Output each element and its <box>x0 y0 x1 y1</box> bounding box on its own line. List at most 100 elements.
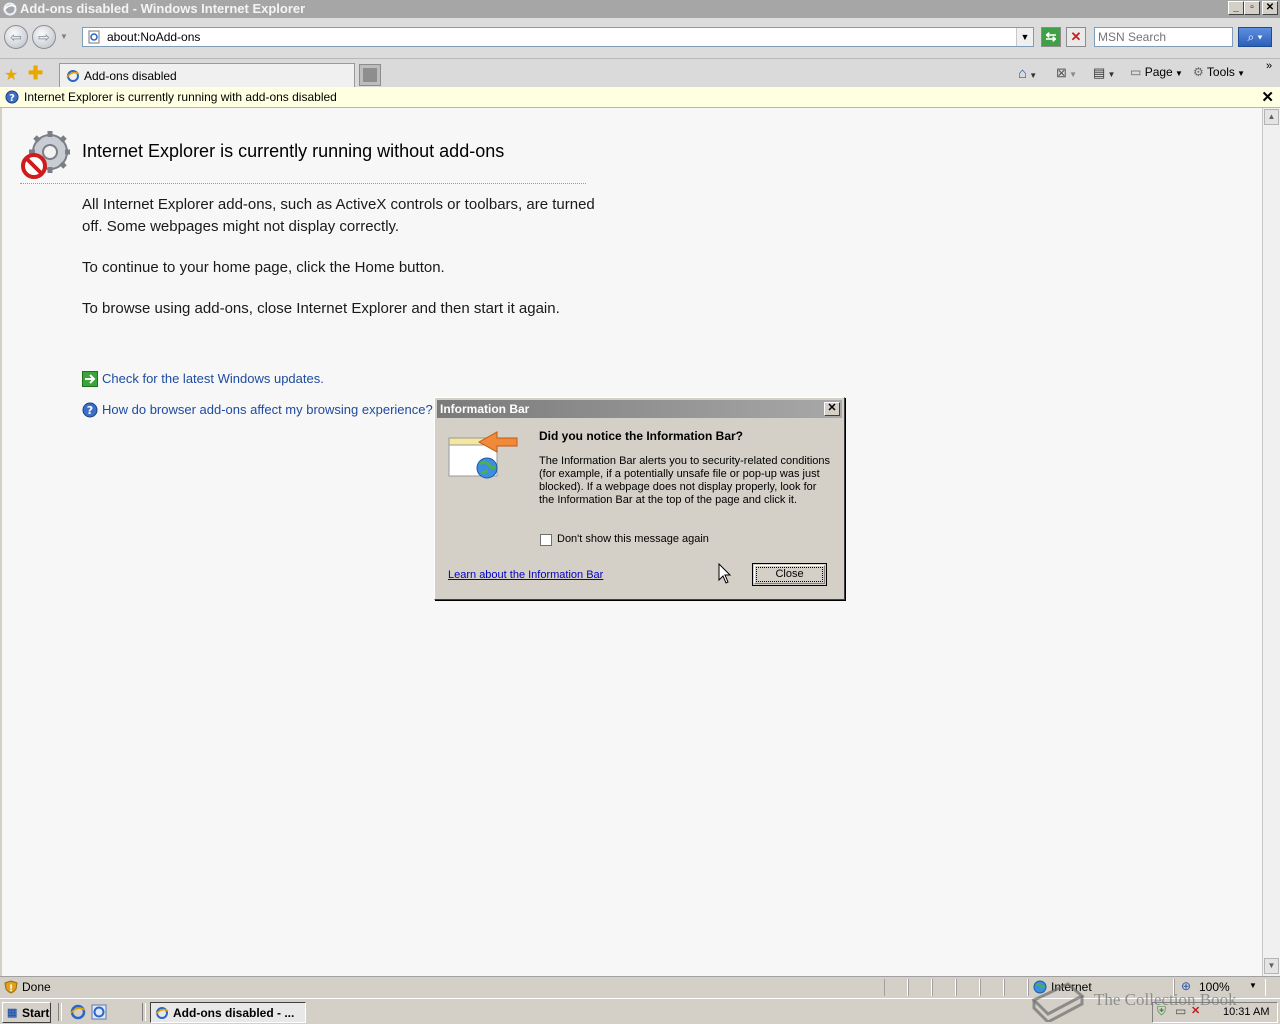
zoom-dropdown-icon[interactable]: ▼ <box>1249 981 1257 990</box>
printer-icon: ▤ <box>1093 65 1106 80</box>
minimize-button[interactable]: _ <box>1228 1 1244 15</box>
mouse-cursor-icon <box>718 563 732 584</box>
link-windows-updates[interactable]: Check for the latest Windows updates. <box>102 371 324 386</box>
start-button[interactable]: ▦ Start <box>2 1002 51 1023</box>
dialog-title: Information Bar <box>440 402 530 416</box>
forward-arrow-icon: ⇨ <box>38 29 50 45</box>
status-bar: ! Done Internet ⊕ 100% ▼ <box>0 976 1280 998</box>
information-bar[interactable]: ? Internet Explorer is currently running… <box>0 87 1280 108</box>
home-icon: ⌂ <box>1018 65 1028 82</box>
help-icon: ? <box>82 402 98 418</box>
svg-text:?: ? <box>87 404 93 417</box>
info-shield-icon: ? <box>5 90 19 104</box>
page-menu-label: Page <box>1144 65 1173 79</box>
page-title: Internet Explorer is currently running w… <box>82 141 505 161</box>
status-text: Done <box>22 980 51 994</box>
taskbar: ▦ Start Add-ons disabled - ... ⛨ ▭ ✕ 10:… <box>0 998 1280 1024</box>
scroll-up-arrow-icon[interactable]: ▲ <box>1264 109 1279 125</box>
quick-launch-ie-icon[interactable] <box>70 1004 86 1020</box>
svg-text:?: ? <box>9 93 15 104</box>
status-pane <box>980 979 1004 996</box>
paragraph-browse-with-add-ons: To browse using add-ons, close Internet … <box>82 300 560 317</box>
gear-icon: ⚙ <box>1193 65 1204 79</box>
rss-feed-icon: ⊠ <box>1056 65 1067 80</box>
internet-explorer-icon <box>3 2 17 16</box>
paragraph-home-button: To continue to your home page, click the… <box>82 259 445 276</box>
back-button[interactable]: ⇦ <box>4 25 28 49</box>
green-arrow-icon <box>82 371 98 387</box>
taskbar-separator <box>58 1003 62 1021</box>
new-tab-icon <box>363 68 377 82</box>
tools-menu-label: Tools <box>1206 65 1235 79</box>
search-box[interactable] <box>1094 27 1233 47</box>
add-ons-disabled-gear-icon <box>21 131 70 179</box>
close-window-button[interactable]: ✕ <box>1262 1 1278 15</box>
svg-text:!: ! <box>9 984 13 994</box>
address-toolbar: ⇦ ⇨ ▼ about:NoAdd-ons ▼ ⇆ ✕ ⌕ ▾ <box>0 18 1280 59</box>
refresh-button[interactable]: ⇆ <box>1041 27 1061 47</box>
title-bar[interactable]: Add-ons disabled - Windows Internet Expl… <box>0 0 1280 18</box>
information-bar-close-icon[interactable]: ✕ <box>1261 88 1274 106</box>
information-bar-illustration-icon <box>448 431 518 479</box>
windows-flag-icon: ▦ <box>7 1007 18 1019</box>
internet-explorer-icon <box>66 70 80 82</box>
search-icon: ⌕ ▾ <box>1247 30 1263 44</box>
add-favorites-icon[interactable]: ✚ <box>28 63 43 84</box>
new-tab-button[interactable] <box>359 64 381 86</box>
page-menu-button[interactable]: ▭ Page ▼ <box>1130 65 1183 79</box>
print-button[interactable]: ▤ ▼ <box>1093 65 1115 81</box>
page-icon <box>88 30 100 44</box>
page-icon: ▭ <box>1130 65 1142 79</box>
dont-show-again-checkbox[interactable] <box>540 534 552 546</box>
forward-button[interactable]: ⇨ <box>32 25 56 49</box>
warning-shield-icon: ! <box>4 980 18 994</box>
status-pane <box>908 979 932 996</box>
learn-about-information-bar-link[interactable]: Learn about the Information Bar <box>448 569 603 581</box>
quick-launch-ie-no-addons-icon[interactable] <box>91 1004 107 1020</box>
paragraph-add-ons-turned-off: All Internet Explorer add-ons, such as A… <box>82 196 595 235</box>
dialog-close-action-button[interactable]: Close <box>752 563 827 586</box>
link-add-ons-help[interactable]: How do browser add-ons affect my browsin… <box>102 402 433 417</box>
taskbar-item-add-ons-disabled[interactable]: Add-ons disabled - ... <box>150 1002 306 1023</box>
vertical-scrollbar[interactable]: ▲ ▼ <box>1262 108 1280 976</box>
dialog-title-bar[interactable]: Information Bar ✕ <box>437 400 842 418</box>
status-pane <box>932 979 956 996</box>
scroll-down-arrow-icon[interactable]: ▼ <box>1264 958 1279 974</box>
search-input[interactable] <box>1098 29 1228 45</box>
address-bar[interactable]: about:NoAdd-ons ▼ <box>82 27 1034 47</box>
dialog-message: The Information Bar alerts you to securi… <box>539 455 831 506</box>
home-button[interactable]: ⌂ ▼ <box>1018 65 1037 82</box>
window-title: Add-ons disabled - Windows Internet Expl… <box>20 1 306 16</box>
dont-show-again-label[interactable]: Don't show this message again <box>557 533 709 545</box>
maximize-button[interactable]: ▫ <box>1244 1 1260 15</box>
information-bar-dialog: Information Bar ✕ Did you notice the Inf… <box>434 397 845 600</box>
status-pane <box>956 979 980 996</box>
tab-add-ons-disabled[interactable]: Add-ons disabled <box>59 63 355 87</box>
toolbar-overflow-chevron-icon[interactable]: » <box>1266 60 1272 72</box>
watermark-text: The Collection Book <box>1094 990 1237 1009</box>
watermark-book-logo <box>1031 982 1085 1022</box>
stop-icon: ✕ <box>1070 29 1082 44</box>
internet-explorer-icon <box>155 1007 169 1019</box>
refresh-icon: ⇆ <box>1045 29 1057 44</box>
stop-button[interactable]: ✕ <box>1066 27 1086 47</box>
heading-divider <box>20 183 586 184</box>
address-url: about:NoAdd-ons <box>107 30 201 44</box>
start-label: Start <box>22 1006 50 1020</box>
recent-pages-dropdown[interactable]: ▼ <box>60 32 68 41</box>
address-dropdown-button[interactable]: ▼ <box>1016 28 1033 46</box>
status-pane <box>1004 979 1028 996</box>
tab-label: Add-ons disabled <box>84 69 177 83</box>
dialog-heading: Did you notice the Information Bar? <box>539 429 744 443</box>
tools-menu-button[interactable]: ⚙ Tools ▼ <box>1193 65 1245 79</box>
information-bar-message: Internet Explorer is currently running w… <box>24 90 337 104</box>
search-button[interactable]: ⌕ ▾ <box>1238 27 1272 47</box>
dialog-close-button[interactable]: ✕ <box>824 402 840 416</box>
back-arrow-icon: ⇦ <box>10 29 22 45</box>
close-button-label: Close <box>756 567 823 582</box>
taskbar-item-label: Add-ons disabled - ... <box>173 1006 295 1020</box>
taskbar-separator <box>142 1003 146 1021</box>
feeds-button[interactable]: ⊠ ▼ <box>1056 65 1077 81</box>
status-pane <box>884 979 908 996</box>
favorites-star-icon[interactable]: ★ <box>4 65 18 85</box>
